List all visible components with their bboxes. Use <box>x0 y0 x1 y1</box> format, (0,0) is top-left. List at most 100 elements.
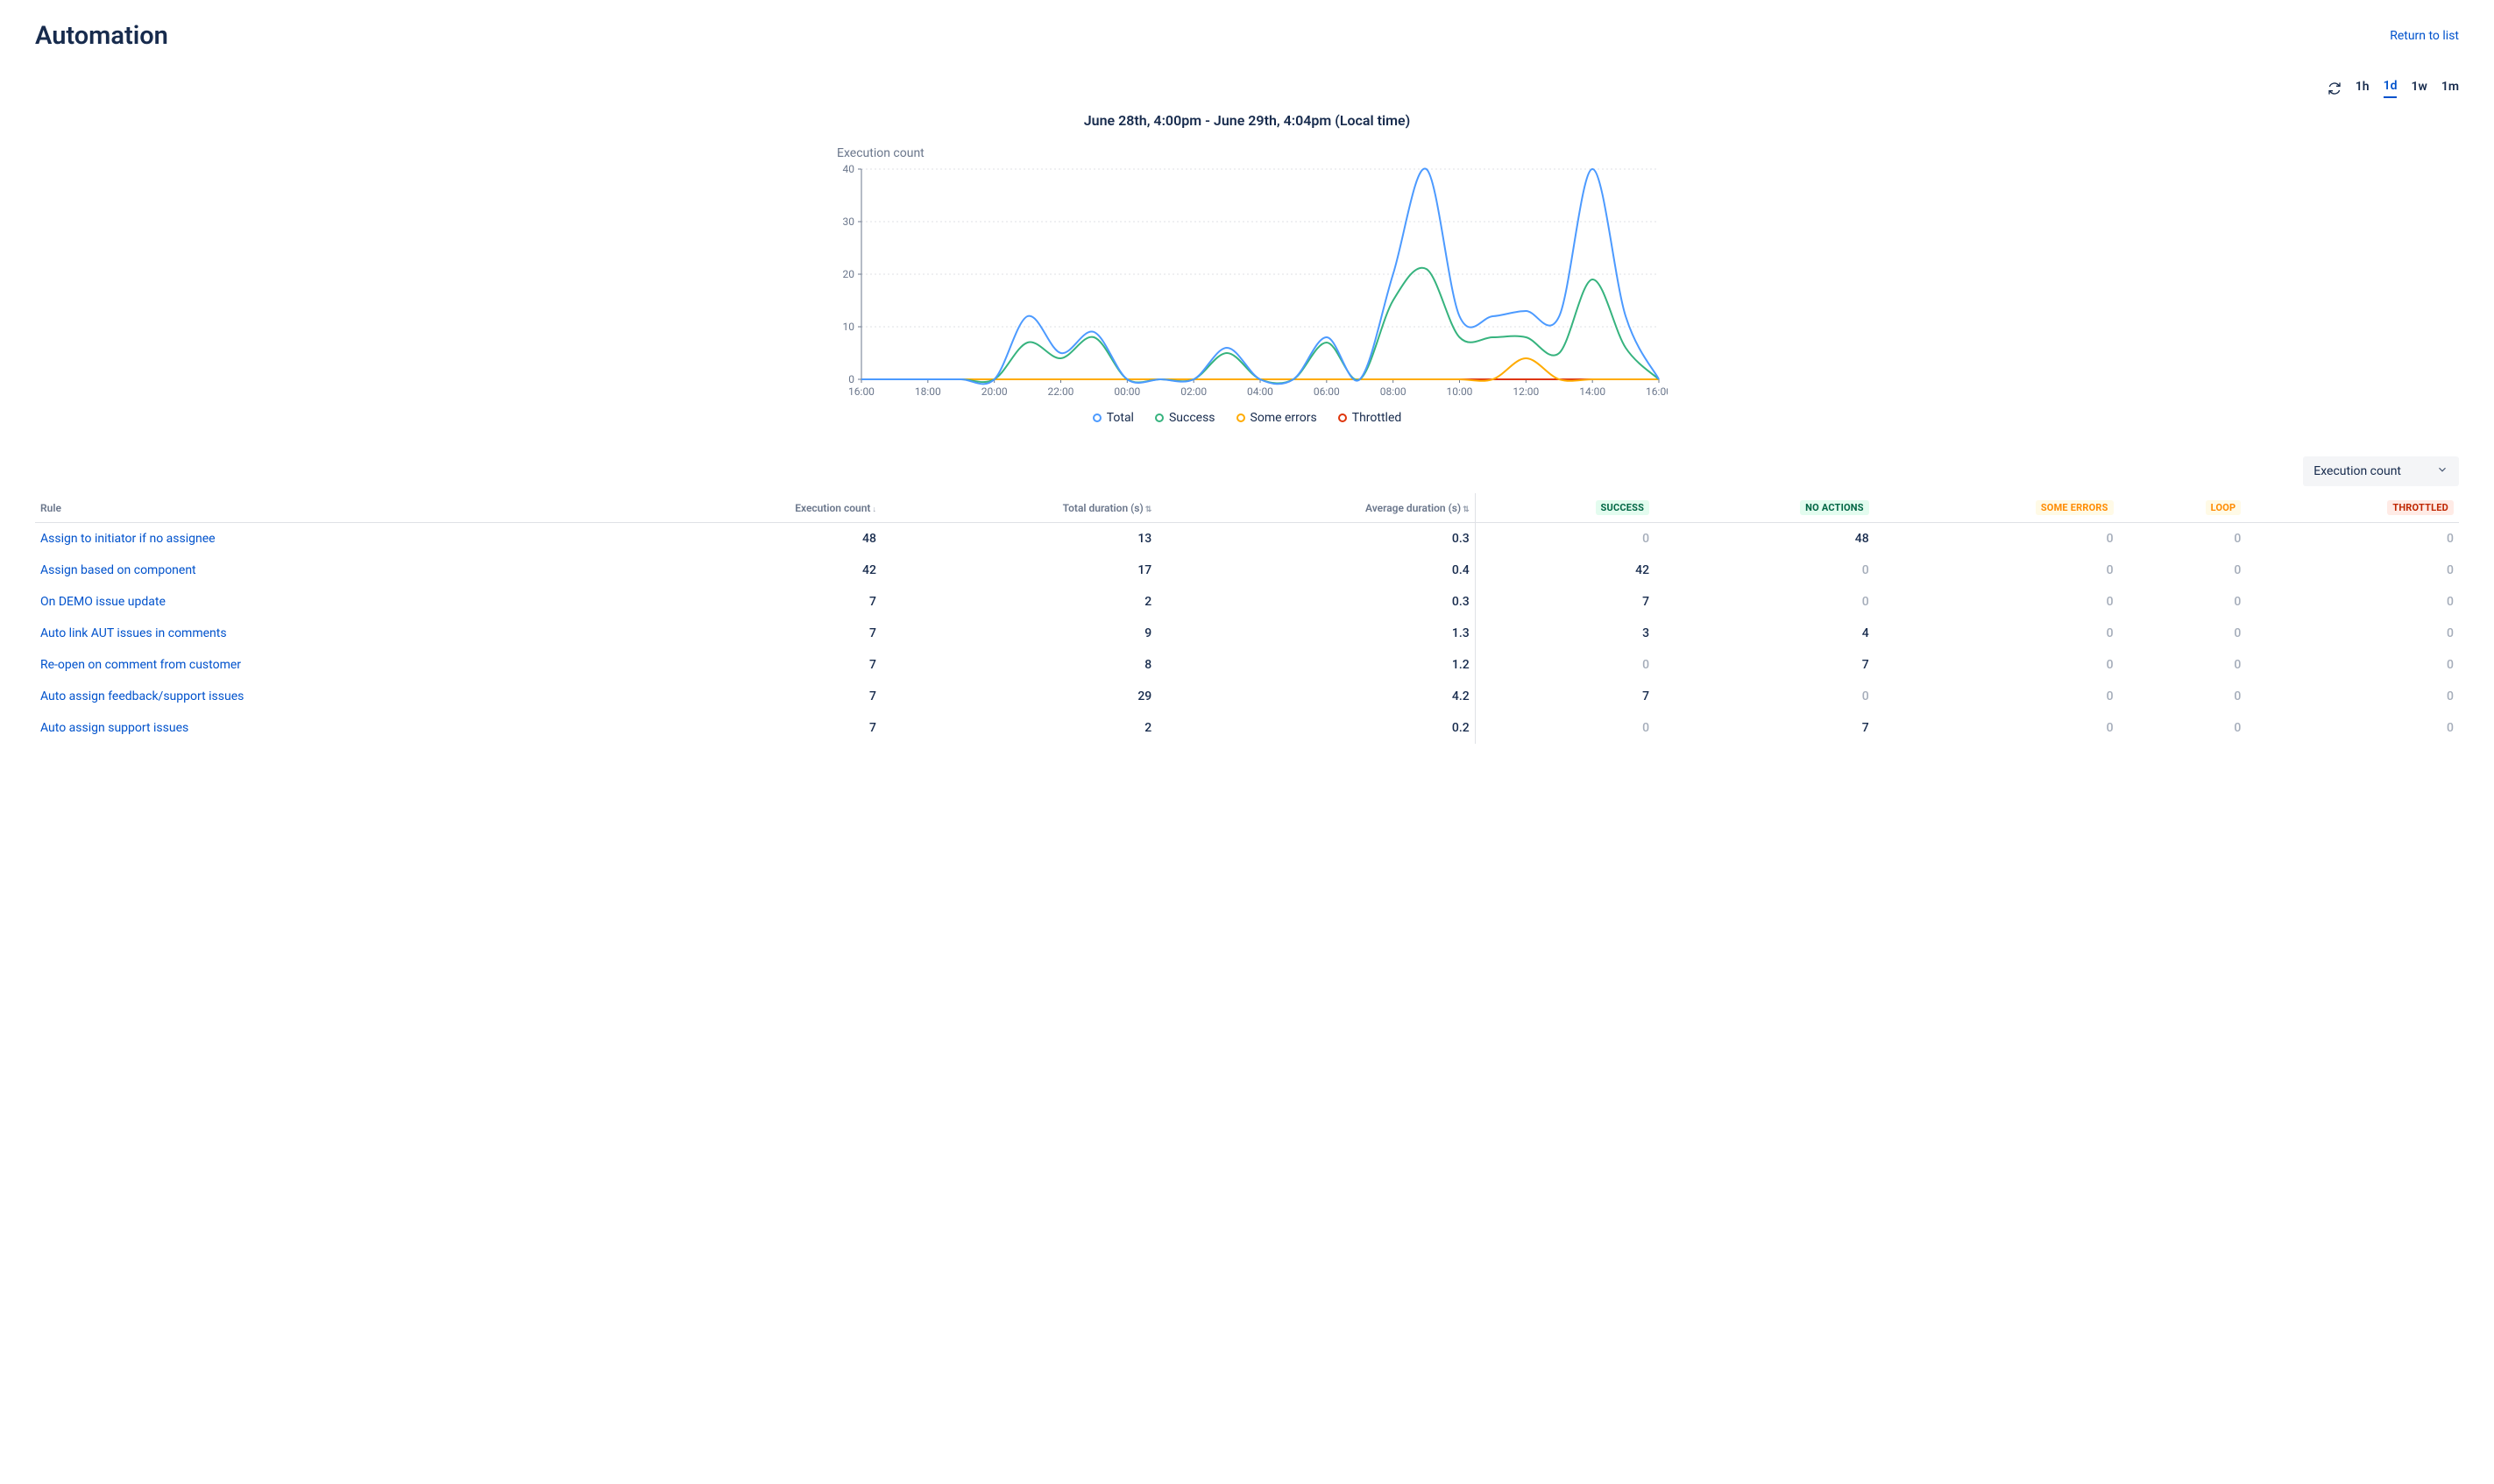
cell-success: 0 <box>1475 649 1654 681</box>
cell-throttled: 0 <box>2246 555 2459 586</box>
rule-link[interactable]: Auto assign feedback/support issues <box>35 681 627 712</box>
col-avg-duration[interactable]: Average duration (s)⇅ <box>1157 493 1475 523</box>
col-success: SUCCESS <box>1475 493 1654 523</box>
table-row: Assign based on component42170.4420000 <box>35 555 2459 586</box>
cell-totdur: 17 <box>882 555 1157 586</box>
rule-link[interactable]: Assign based on component <box>35 555 627 586</box>
rule-link[interactable]: Assign to initiator if no assignee <box>35 523 627 555</box>
cell-totdur: 13 <box>882 523 1157 555</box>
cell-exec: 7 <box>627 712 882 744</box>
cell-avgdur: 1.3 <box>1157 618 1475 649</box>
range-1d[interactable]: 1d <box>2384 79 2398 98</box>
range-1w[interactable]: 1w <box>2411 80 2427 97</box>
chart-title: June 28th, 4:00pm - June 29th, 4:04pm (L… <box>35 112 2459 129</box>
cell-success: 42 <box>1475 555 1654 586</box>
table-row: Auto link AUT issues in comments791.3340… <box>35 618 2459 649</box>
col-exec-count[interactable]: Execution count↓ <box>627 493 882 523</box>
cell-totdur: 29 <box>882 681 1157 712</box>
svg-text:04:00: 04:00 <box>1247 385 1273 398</box>
cell-success: 7 <box>1475 586 1654 618</box>
table-row: Auto assign support issues720.207000 <box>35 712 2459 744</box>
cell-success: 3 <box>1475 618 1654 649</box>
cell-throttled: 0 <box>2246 681 2459 712</box>
cell-loop: 0 <box>2119 555 2247 586</box>
cell-avgdur: 0.3 <box>1157 523 1475 555</box>
cell-loop: 0 <box>2119 681 2247 712</box>
legend-success[interactable]: Success <box>1155 411 1215 425</box>
table-row: On DEMO issue update720.370000 <box>35 586 2459 618</box>
cell-loop: 0 <box>2119 712 2247 744</box>
cell-throttled: 0 <box>2246 523 2459 555</box>
cell-success: 0 <box>1475 523 1654 555</box>
cell-avgdur: 0.4 <box>1157 555 1475 586</box>
table-row: Re-open on comment from customer781.2070… <box>35 649 2459 681</box>
svg-text:00:00: 00:00 <box>1114 385 1140 398</box>
svg-text:02:00: 02:00 <box>1180 385 1207 398</box>
cell-loop: 0 <box>2119 649 2247 681</box>
col-some-errors: SOME ERRORS <box>1874 493 2119 523</box>
svg-text:16:00: 16:00 <box>848 385 875 398</box>
cell-someerrors: 0 <box>1874 649 2119 681</box>
cell-someerrors: 0 <box>1874 555 2119 586</box>
cell-exec: 7 <box>627 586 882 618</box>
legend-total[interactable]: Total <box>1093 411 1134 425</box>
legend-some-errors[interactable]: Some errors <box>1236 411 1317 425</box>
legend-throttled[interactable]: Throttled <box>1338 411 1402 425</box>
cell-loop: 0 <box>2119 586 2247 618</box>
cell-someerrors: 0 <box>1874 586 2119 618</box>
cell-success: 7 <box>1475 681 1654 712</box>
cell-success: 0 <box>1475 712 1654 744</box>
cell-throttled: 0 <box>2246 586 2459 618</box>
cell-avgdur: 0.2 <box>1157 712 1475 744</box>
svg-text:0: 0 <box>848 373 854 385</box>
svg-text:18:00: 18:00 <box>915 385 941 398</box>
cell-totdur: 9 <box>882 618 1157 649</box>
cell-avgdur: 0.3 <box>1157 586 1475 618</box>
metric-selector-dropdown[interactable]: Execution count <box>2303 456 2459 486</box>
cell-noactions: 0 <box>1654 555 1874 586</box>
cell-loop: 0 <box>2119 618 2247 649</box>
cell-noactions: 0 <box>1654 586 1874 618</box>
range-1h[interactable]: 1h <box>2356 80 2370 97</box>
cell-exec: 7 <box>627 649 882 681</box>
svg-text:22:00: 22:00 <box>1048 385 1074 398</box>
sort-desc-icon: ↓ <box>872 505 876 514</box>
svg-text:08:00: 08:00 <box>1380 385 1406 398</box>
cell-exec: 42 <box>627 555 882 586</box>
col-no-actions: NO ACTIONS <box>1654 493 1874 523</box>
cell-noactions: 7 <box>1654 649 1874 681</box>
cell-totdur: 2 <box>882 712 1157 744</box>
refresh-icon[interactable] <box>2327 81 2342 95</box>
cell-throttled: 0 <box>2246 712 2459 744</box>
col-rule[interactable]: Rule <box>35 493 627 523</box>
col-loop: LOOP <box>2119 493 2247 523</box>
rule-link[interactable]: Auto link AUT issues in comments <box>35 618 627 649</box>
col-total-duration[interactable]: Total duration (s)⇅ <box>882 493 1157 523</box>
legend-label: Success <box>1169 411 1215 425</box>
cell-totdur: 8 <box>882 649 1157 681</box>
rule-link[interactable]: On DEMO issue update <box>35 586 627 618</box>
return-to-list-link[interactable]: Return to list <box>2390 29 2459 43</box>
cell-someerrors: 0 <box>1874 523 2119 555</box>
time-range-selector: 1h 1d 1w 1m <box>35 79 2459 98</box>
svg-text:10:00: 10:00 <box>1447 385 1473 398</box>
cell-exec: 7 <box>627 618 882 649</box>
cell-someerrors: 0 <box>1874 712 2119 744</box>
cell-avgdur: 4.2 <box>1157 681 1475 712</box>
cell-exec: 7 <box>627 681 882 712</box>
legend-label: Total <box>1107 411 1134 425</box>
y-axis-title: Execution count <box>837 146 1668 160</box>
table-row: Auto assign feedback/support issues7294.… <box>35 681 2459 712</box>
svg-text:20: 20 <box>843 268 855 280</box>
rule-link[interactable]: Re-open on comment from customer <box>35 649 627 681</box>
svg-text:40: 40 <box>843 164 855 175</box>
cell-throttled: 0 <box>2246 649 2459 681</box>
range-1m[interactable]: 1m <box>2441 80 2459 97</box>
svg-text:06:00: 06:00 <box>1314 385 1340 398</box>
sort-icon: ⇅ <box>1463 505 1470 514</box>
cell-throttled: 0 <box>2246 618 2459 649</box>
cell-avgdur: 1.2 <box>1157 649 1475 681</box>
rule-link[interactable]: Auto assign support issues <box>35 712 627 744</box>
cell-totdur: 2 <box>882 586 1157 618</box>
svg-text:10: 10 <box>843 321 855 333</box>
